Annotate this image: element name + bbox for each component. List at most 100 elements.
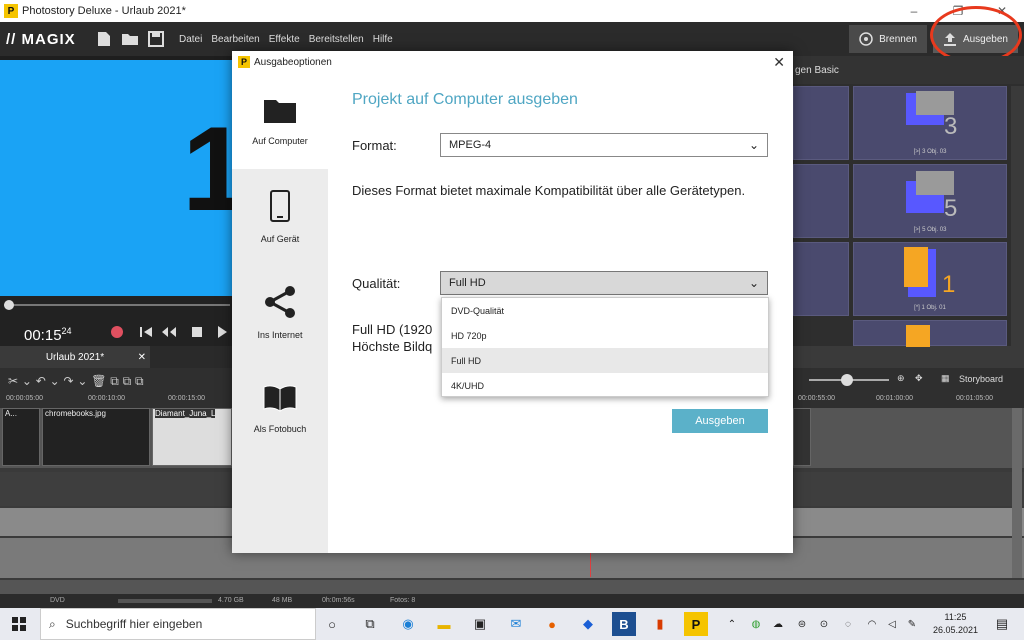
dropbox-icon[interactable]: ◆ xyxy=(576,612,600,636)
format-description: Dieses Format bietet maximale Kompatibil… xyxy=(352,183,746,198)
quality-option-fullhd[interactable]: Full HD xyxy=(442,348,768,373)
media-tile[interactable] xyxy=(793,164,849,238)
pen-icon[interactable]: ✎ xyxy=(900,612,924,636)
search-icon: ⌕ xyxy=(49,616,56,631)
new-document-icon[interactable] xyxy=(92,27,116,51)
timeline-clip[interactable]: chromebooks.jpg xyxy=(42,408,150,466)
nav-auf-computer[interactable]: Auf Computer xyxy=(232,73,328,169)
timecode: 00:1524 xyxy=(24,326,72,344)
edit-tools-icon[interactable]: ✂ ⌄ ↶ ⌄ ↷ ⌄ 🗑 ⧉ ⧉ ⧉ xyxy=(8,374,228,388)
nav-als-fotobuch[interactable]: Als Fotobuch xyxy=(232,361,328,457)
media-tile[interactable]: 5 [>] 5 Obj. 03 xyxy=(853,164,1007,238)
app-b-icon[interactable]: B xyxy=(612,612,636,636)
phone-icon xyxy=(270,190,290,222)
format-select[interactable]: MPEG-4 ⌄ xyxy=(440,133,768,157)
timeline-clip[interactable]: Diamant_Juna_L xyxy=(152,408,232,466)
duration: 0h:0m:56s xyxy=(322,597,355,604)
folder-icon xyxy=(264,100,296,123)
storyboard-label[interactable]: Storyboard xyxy=(959,374,1003,384)
window-title: Photostory Deluxe - Urlaub 2021* xyxy=(22,5,186,17)
firefox-icon[interactable]: ● xyxy=(540,612,564,636)
timeline-clip[interactable]: A... xyxy=(2,408,40,466)
export-target-nav: Auf Computer Auf Gerät Ins Internet Als … xyxy=(232,73,328,553)
slider-handle[interactable] xyxy=(4,300,14,310)
timeline-scrollbar[interactable] xyxy=(0,580,1024,594)
open-folder-icon[interactable] xyxy=(118,27,142,51)
burn-label: Brennen xyxy=(879,33,917,45)
tray-icon[interactable]: ⊜ xyxy=(790,612,814,636)
tray-icon[interactable]: ◌ xyxy=(836,612,860,636)
quality-option-dvd[interactable]: DVD-Qualität xyxy=(442,298,768,323)
project-tab[interactable]: Urlaub 2021* ✕ xyxy=(0,346,150,368)
export-dialog: P Ausgabeoptionen ✕ Auf Computer Auf Ger… xyxy=(232,51,793,553)
photo-count: Fotos: 8 xyxy=(390,597,416,604)
burn-button[interactable]: Brennen xyxy=(849,25,927,53)
close-tab-icon[interactable]: ✕ xyxy=(138,352,146,363)
menu-bereitstellen[interactable]: Bereitstellen xyxy=(309,34,364,45)
edge-icon[interactable]: ◉ xyxy=(396,612,420,636)
timeline-toolbar: ✂ ⌄ ↶ ⌄ ↷ ⌄ 🗑 ⧉ ⧉ ⧉ xyxy=(0,368,232,392)
windows-start-icon[interactable] xyxy=(12,617,26,631)
fit-icon[interactable]: ✥ xyxy=(915,373,923,384)
cloud-icon[interactable]: ☁ xyxy=(766,612,790,636)
media-tile[interactable] xyxy=(793,86,849,160)
nav-ins-internet[interactable]: Ins Internet xyxy=(232,265,328,361)
disc-type[interactable]: DVD xyxy=(50,597,65,604)
menu-bearbeiten[interactable]: Bearbeiten xyxy=(211,34,259,45)
zoom-in-icon[interactable]: ⊕ xyxy=(897,373,905,384)
position-slider[interactable] xyxy=(4,304,230,306)
save-icon[interactable] xyxy=(144,27,168,51)
dialog-close-button[interactable]: ✕ xyxy=(773,54,785,71)
menu-effekte[interactable]: Effekte xyxy=(269,34,300,45)
tray-chevron-icon[interactable]: ⌃ xyxy=(720,612,744,636)
vertical-scrollbar[interactable] xyxy=(1012,408,1022,578)
status-bar: DVD 4.70 GB 48 MB 0h:0m:56s Fotos: 8 xyxy=(0,594,1024,608)
magix-logo: // MAGIX xyxy=(6,30,76,48)
timeline-clip-end[interactable] xyxy=(793,408,811,466)
minimize-button[interactable]: – xyxy=(892,0,936,22)
share-icon xyxy=(265,286,295,318)
taskbar-search[interactable]: ⌕ Suchbegriff hier eingeben xyxy=(40,608,316,640)
storyboard-icon[interactable]: ▦ xyxy=(941,373,950,384)
clock[interactable]: 11:25 26.05.2021 xyxy=(933,611,978,637)
nav-auf-geraet[interactable]: Auf Gerät xyxy=(232,169,328,265)
file-explorer-icon[interactable]: ▬ xyxy=(432,612,456,636)
quality-option-720p[interactable]: HD 720p xyxy=(442,323,768,348)
export-submit-button[interactable]: Ausgeben xyxy=(672,409,768,433)
tray-icon[interactable]: ⊙ xyxy=(812,612,836,636)
office-icon[interactable]: ▮ xyxy=(648,612,672,636)
quality-description: Full HD (1920 Höchste Bildq xyxy=(352,322,433,354)
quality-option-4k[interactable]: 4K/UHD xyxy=(442,373,768,398)
zoom-handle[interactable] xyxy=(841,374,853,386)
zoom-toolbar: ⊕ ✥ ▦ Storyboard xyxy=(793,368,1024,392)
photostory-taskbar-icon[interactable]: P xyxy=(684,612,708,636)
export-button[interactable]: Ausgeben xyxy=(932,25,1018,53)
store-icon[interactable]: ▣ xyxy=(468,612,492,636)
upload-icon xyxy=(943,33,956,46)
svg-text:✂ ⌄ ↶ ⌄ ↷ ⌄ 🗑 ⧉ ⧉ ⧉: ✂ ⌄ ↶ ⌄ ↷ ⌄ 🗑 ⧉ ⧉ ⧉ xyxy=(8,374,144,388)
disc-usage-bar xyxy=(118,599,212,603)
menu-hilfe[interactable]: Hilfe xyxy=(373,34,393,45)
chevron-down-icon: ⌄ xyxy=(748,276,759,290)
menu-datei[interactable]: Datei xyxy=(179,34,202,45)
quality-select[interactable]: Full HD ⌄ xyxy=(440,271,768,295)
media-tile[interactable]: 3 [>] 3 Obj. 03 xyxy=(853,86,1007,160)
notifications-icon[interactable]: ▤ xyxy=(990,612,1014,636)
task-view-icon[interactable]: ⧉ xyxy=(358,612,382,636)
transport-controls-icon[interactable] xyxy=(110,324,230,340)
media-scrollbar[interactable] xyxy=(1011,86,1024,346)
playhead[interactable] xyxy=(590,553,591,577)
preview-number: 1 xyxy=(182,102,232,236)
media-tile[interactable] xyxy=(853,320,1007,347)
mail-icon[interactable]: ✉ xyxy=(504,612,528,636)
media-tile[interactable] xyxy=(793,242,849,316)
media-pool-header: gen Basic xyxy=(793,56,1024,84)
cortana-icon[interactable]: ○ xyxy=(320,612,344,636)
close-window-button[interactable]: ✕ xyxy=(980,0,1024,22)
maximize-button[interactable]: ❐ xyxy=(936,0,980,22)
app-logo-icon: P xyxy=(4,4,18,18)
media-tile[interactable]: 1 [*] 1 Obj. 01 xyxy=(853,242,1007,316)
export-label: Ausgeben xyxy=(962,33,1008,45)
tray-icon[interactable]: ◍ xyxy=(744,612,768,636)
disc-size: 4.70 GB xyxy=(218,597,244,604)
